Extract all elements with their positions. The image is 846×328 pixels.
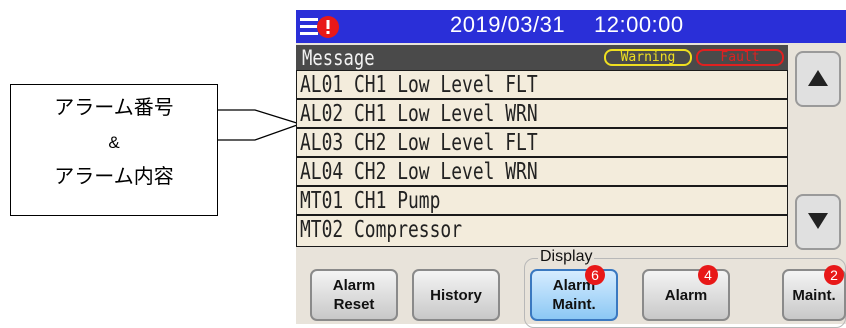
message-row[interactable]: AL01 CH1 Low Level FLT [297, 71, 787, 98]
annotation-callout: アラーム番号 & アラーム内容 [10, 84, 218, 216]
history-label: History [430, 286, 482, 304]
message-row[interactable]: AL03 CH2 Low Level FLT [297, 129, 787, 156]
message-text: AL04 CH2 Low Level WRN [300, 159, 538, 185]
alarm-reset-label-1: Alarm [332, 277, 376, 294]
message-text: MT02 Compressor [300, 217, 463, 243]
alarm-count-badge: 4 [698, 265, 718, 285]
message-row[interactable]: AL02 CH1 Low Level WRN [297, 100, 787, 127]
message-header: Message Warning Fault [296, 45, 788, 70]
maint-count-badge: 2 [824, 265, 844, 285]
hmi-screen: 2019/03/31 12:00:00 Message Warning Faul… [296, 10, 846, 328]
triangle-up-icon [808, 70, 828, 86]
alarm-reset-button[interactable]: Alarm Reset [310, 269, 398, 321]
message-row[interactable]: AL04 CH2 Low Level WRN [297, 158, 787, 185]
maint-button[interactable]: Maint. 2 [782, 265, 846, 321]
annotation-line-alarm-number: アラーム番号 [54, 97, 174, 119]
display-label: Display [538, 248, 595, 266]
alarm-maint-button[interactable]: Alarm Maint. 6 [530, 265, 618, 321]
menu-alert-icon[interactable] [300, 15, 346, 39]
message-row[interactable]: MT02 Compressor [297, 216, 787, 246]
message-text: MT01 CH1 Pump [300, 188, 441, 214]
scroll-up-button[interactable] [795, 51, 841, 107]
time-display: 12:00:00 [594, 12, 684, 37]
alarm-reset-label-2: Reset [333, 296, 375, 313]
date-display: 2019/03/31 [450, 12, 566, 37]
fault-badge: Fault [696, 49, 784, 66]
message-list: Message Warning Fault AL01 CH1 Low Level… [296, 45, 788, 247]
annotation-line-alarm-content: アラーム内容 [54, 166, 174, 188]
alarm-maint-count-badge: 6 [585, 265, 605, 285]
alarm-button[interactable]: Alarm 4 [642, 265, 730, 321]
history-button[interactable]: History [412, 269, 500, 321]
message-row[interactable]: MT01 CH1 Pump [297, 187, 787, 214]
message-text: AL03 CH2 Low Level FLT [300, 130, 538, 156]
alarm-maint-label-2: Maint. [552, 296, 596, 313]
message-title: Message [302, 46, 375, 70]
message-text: AL01 CH1 Low Level FLT [300, 72, 538, 98]
alarm-label: Alarm [664, 286, 708, 304]
annotation-line-ampersand: & [108, 133, 120, 152]
message-text: AL02 CH1 Low Level WRN [300, 101, 538, 127]
warning-badge: Warning [604, 49, 692, 66]
maint-label: Maint. [792, 286, 836, 304]
triangle-down-icon [808, 213, 828, 229]
top-bar: 2019/03/31 12:00:00 [296, 10, 846, 43]
scroll-down-button[interactable] [795, 194, 841, 250]
